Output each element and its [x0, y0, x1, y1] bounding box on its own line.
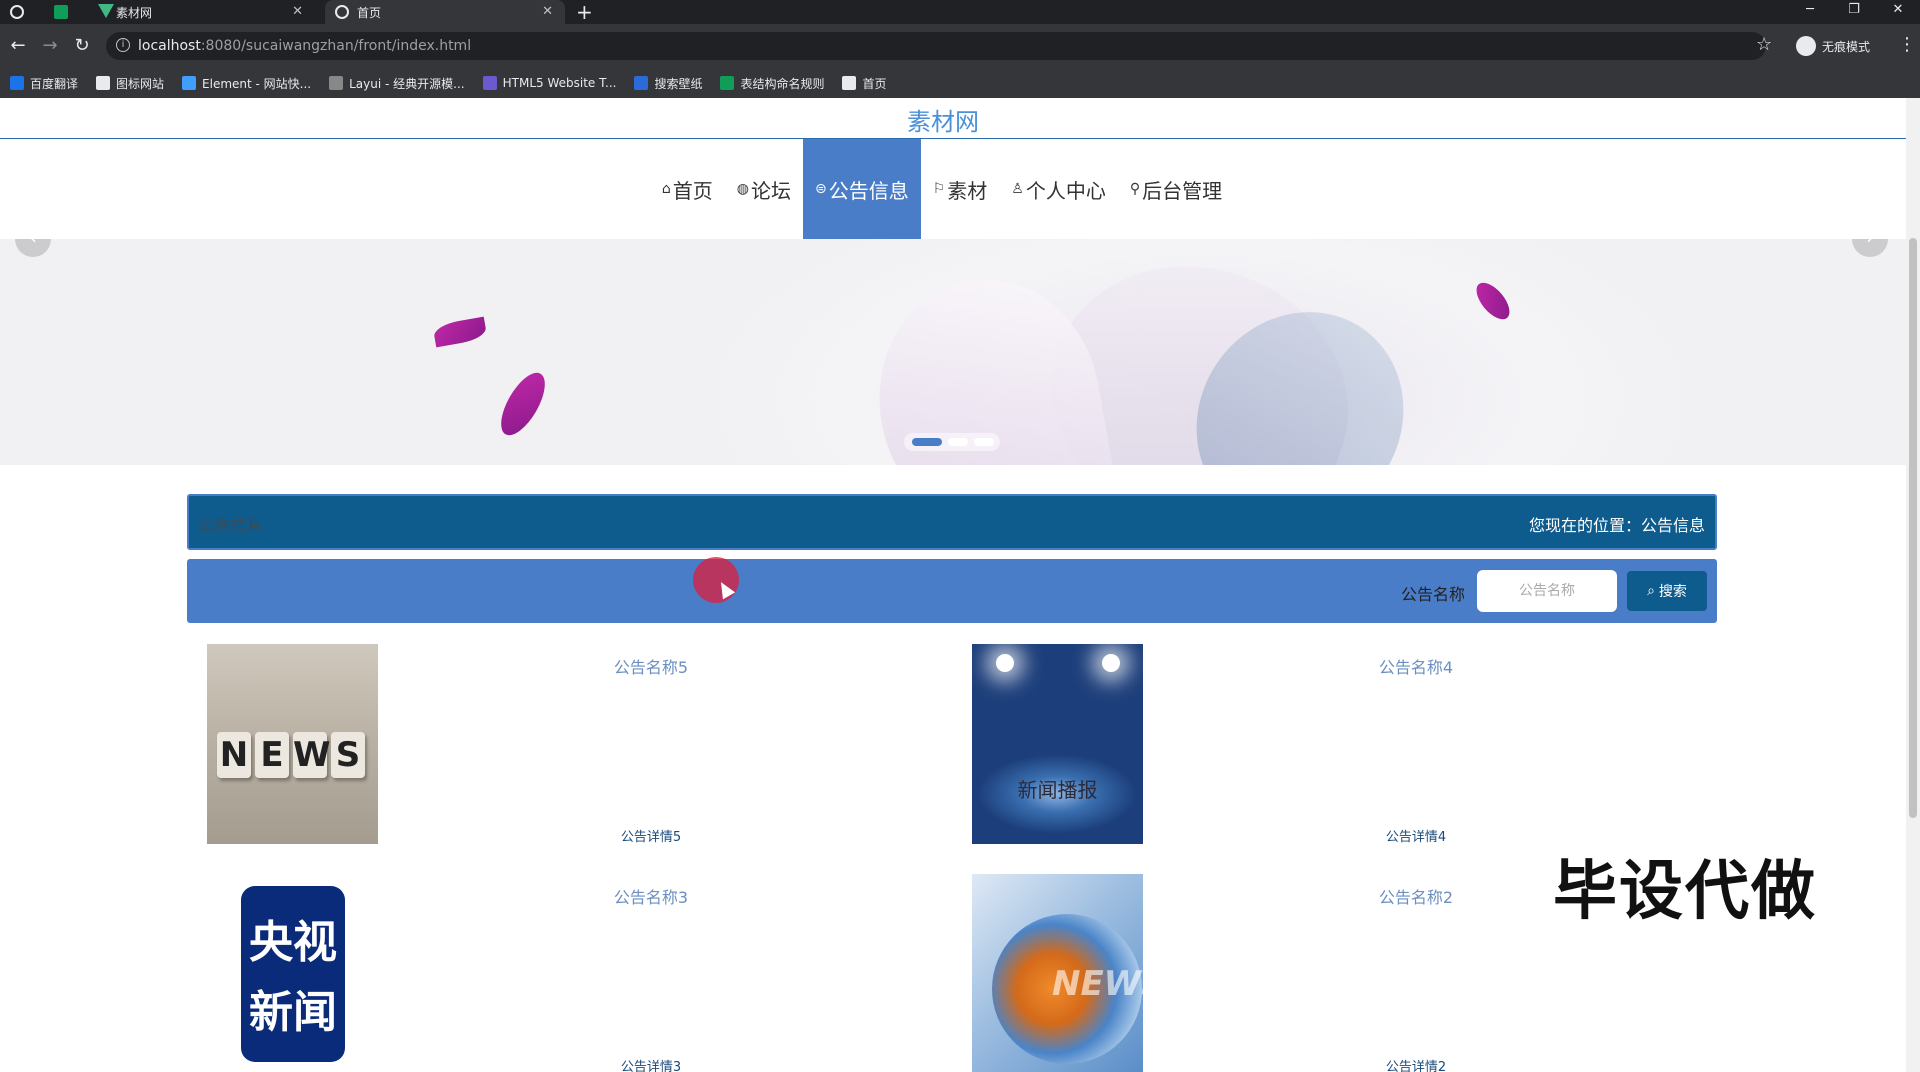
search-label: 公告名称 — [1400, 585, 1465, 604]
main-nav: ⌂ 首页 ◍ 论坛 ⊜ 公告信息 ⚐ 素材 ♙ 个人中心 ⚲ 后台管理 — [0, 139, 1906, 239]
spotlight-icon — [1102, 654, 1120, 672]
minimize-button[interactable]: ─ — [1788, 0, 1832, 24]
section-header: 公告信息 您现在的位置：公告信息 — [187, 494, 1717, 550]
browser-tabbar: 素材网 ✕ 首页 ✕ + ─ ❐ ✕ — [0, 0, 1920, 24]
nav-icon: ♙ — [1011, 181, 1024, 197]
notice-name[interactable]: 公告名称5 — [441, 654, 861, 678]
carousel-prev-button[interactable]: ‹ — [15, 239, 51, 257]
close-icon[interactable]: ✕ — [292, 4, 303, 19]
bookmark-icon — [482, 76, 497, 90]
nav-label: 首页 — [672, 178, 713, 203]
site-title: 素材网 — [907, 108, 979, 136]
notice-detail-link[interactable]: 公告详情5 — [441, 826, 861, 845]
sheet-icon[interactable] — [54, 5, 68, 19]
nav-label: 个人中心 — [1025, 178, 1106, 203]
carousel-dot[interactable] — [912, 438, 942, 446]
watermark-text: 毕设代做 — [1553, 855, 1817, 929]
nav-label: 后台管理 — [1142, 178, 1223, 203]
notice-image[interactable]: N E W S — [207, 644, 378, 844]
bookmark-item[interactable]: 首页 — [842, 75, 887, 92]
bookmark-item[interactable]: 百度翻译 — [10, 75, 78, 92]
close-window-button[interactable]: ✕ — [1876, 0, 1920, 24]
breadcrumb: 您现在的位置：公告信息 — [1528, 516, 1705, 535]
nav-label: 论坛 — [750, 178, 791, 203]
bookmark-icon — [182, 76, 197, 90]
globe-icon — [335, 5, 349, 19]
bookmark-item[interactable]: Element - 网站快... — [182, 75, 311, 92]
carousel-indicators — [904, 433, 1000, 451]
bookmark-item[interactable]: 表结构命名规则 — [720, 75, 824, 92]
nav-item[interactable]: ◍ 论坛 — [725, 139, 803, 239]
incognito-icon — [1796, 36, 1816, 56]
new-tab-button[interactable]: + — [576, 0, 593, 24]
nav-item[interactable]: ♙ 个人中心 — [999, 139, 1118, 239]
notice-image[interactable]: 央视 新闻 — [207, 874, 378, 1072]
notice-name[interactable]: 公告名称4 — [1206, 654, 1626, 678]
nav-icon: ⊜ — [814, 181, 827, 197]
search-icon: ⌕ — [1647, 583, 1655, 599]
nav-item[interactable]: ⌂ 首页 — [650, 139, 725, 239]
bookmark-item[interactable]: HTML5 Website T... — [482, 76, 616, 90]
search-button[interactable]: ⌕ 搜索 — [1627, 571, 1707, 611]
bookmark-icon — [96, 76, 111, 90]
tab-sucaiwang[interactable]: 素材网 ✕ — [90, 0, 315, 24]
carousel-next-button[interactable]: › — [1852, 239, 1888, 257]
bookmark-item[interactable]: 搜索壁纸 — [634, 75, 702, 92]
search-bar: 公告名称 ⌕ 搜索 — [187, 559, 1717, 623]
bookmarks-bar: 百度翻译 图标网站 Element - 网站快... Layui - 经典开源模...… — [0, 68, 1920, 98]
bookmark-item[interactable]: Layui - 经典开源模... — [329, 75, 465, 92]
menu-icon[interactable]: ⋮ — [1898, 34, 1916, 55]
cctv-logo: 央视 新闻 — [241, 886, 345, 1062]
forward-button[interactable]: → — [38, 34, 62, 58]
notice-detail-link[interactable]: 公告详情2 — [1206, 1056, 1626, 1072]
falling-petal-image — [1470, 277, 1516, 325]
list-item[interactable]: N E W S 公告名称5 公告详情5 — [187, 644, 927, 845]
close-icon[interactable]: ✕ — [542, 4, 553, 19]
nav-icon: ◍ — [736, 181, 749, 197]
notice-detail-link[interactable]: 公告详情3 — [441, 1056, 861, 1072]
nav-item[interactable]: ⚲ 后台管理 — [1118, 139, 1234, 239]
nav-item[interactable]: ⚐ 素材 — [921, 139, 1000, 239]
globe-icon[interactable] — [10, 5, 24, 19]
list-item[interactable]: 新闻播报 公告名称4 公告详情4 — [952, 644, 1692, 845]
info-icon[interactable]: i — [116, 38, 130, 52]
reload-button[interactable]: ↻ — [70, 34, 94, 58]
nav-icon: ⚲ — [1129, 181, 1141, 197]
tab-home[interactable]: 首页 ✕ — [325, 0, 565, 24]
nav-item[interactable]: ⊜ 公告信息 — [802, 139, 921, 239]
incognito-indicator[interactable]: 无痕模式 — [1796, 36, 1870, 56]
bookmark-icon — [720, 76, 735, 90]
browser-toolbar: ← → ↻ i localhost:8080/sucaiwangzhan/fro… — [0, 24, 1920, 68]
list-item[interactable]: 央视 新闻 公告名称3 公告详情3 — [187, 874, 927, 1072]
notice-image[interactable]: NEWS — [972, 874, 1143, 1072]
click-indicator — [693, 557, 739, 603]
scrollbar-thumb[interactable] — [1909, 238, 1917, 818]
nav-label: 公告信息 — [828, 178, 909, 203]
bookmark-icon — [842, 76, 857, 90]
carousel-dot[interactable] — [974, 438, 994, 446]
nav-label: 素材 — [947, 178, 988, 203]
nav-icon: ⌂ — [661, 181, 671, 197]
banner-carousel: ‹ › — [0, 239, 1906, 465]
notice-name[interactable]: 公告名称3 — [441, 884, 861, 908]
bookmark-icon — [634, 76, 649, 90]
nav-icon: ⚐ — [932, 181, 946, 197]
notice-image[interactable]: 新闻播报 — [972, 644, 1143, 844]
vue-icon — [98, 4, 114, 18]
back-button[interactable]: ← — [6, 34, 30, 58]
carousel-dot[interactable] — [948, 438, 968, 446]
restore-button[interactable]: ❐ — [1832, 0, 1876, 24]
star-icon[interactable]: ☆ — [1756, 34, 1772, 55]
falling-petal-image — [492, 366, 554, 442]
bookmark-icon — [329, 76, 344, 90]
address-bar[interactable]: i localhost:8080/sucaiwangzhan/front/ind… — [106, 32, 1766, 60]
section-title: 公告信息 — [199, 516, 264, 535]
bookmark-icon — [10, 76, 24, 90]
bookmark-item[interactable]: 图标网站 — [96, 75, 164, 92]
search-input[interactable] — [1477, 570, 1617, 612]
page-scrollbar[interactable] — [1906, 98, 1920, 1072]
spotlight-icon — [996, 654, 1014, 672]
falling-petal-image — [432, 316, 488, 348]
